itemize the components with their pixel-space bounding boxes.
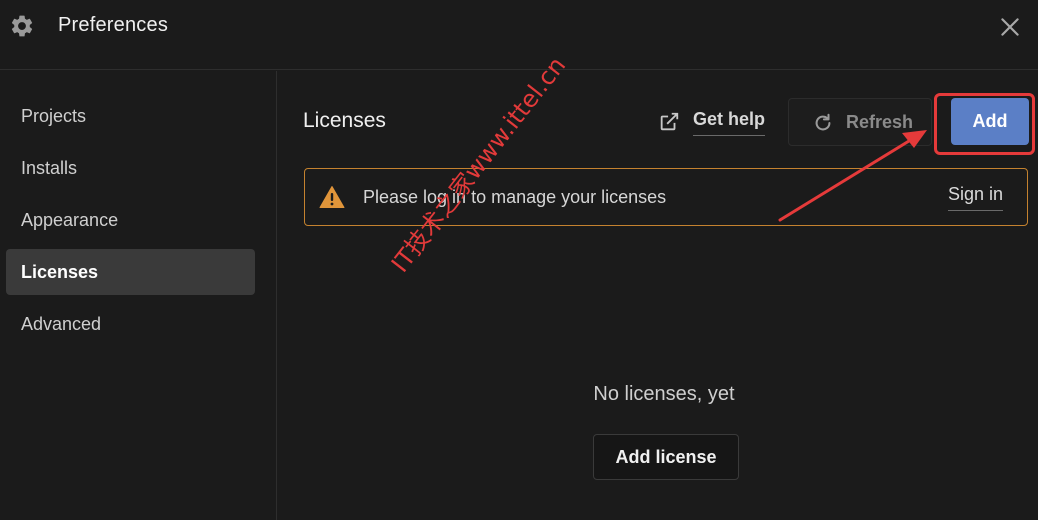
- login-warning-banner: Please log in to manage your licenses Si…: [304, 168, 1028, 226]
- preferences-window: Preferences Projects Installs Appearance…: [0, 0, 1038, 520]
- get-help-label: Get help: [693, 109, 766, 136]
- sidebar-item-label: Licenses: [21, 262, 99, 282]
- empty-state-message: No licenses, yet: [593, 383, 735, 405]
- refresh-icon: [815, 113, 831, 131]
- sidebar-item-label: Projects: [21, 106, 87, 126]
- licenses-panel: Licenses Get help Refresh Add Please log…: [278, 71, 1038, 520]
- title-bar: Preferences: [0, 0, 1038, 70]
- sidebar-item-installs[interactable]: Installs: [6, 145, 255, 191]
- refresh-label: Refresh: [846, 112, 914, 132]
- external-link-icon: [660, 112, 679, 131]
- sidebar-item-label: Appearance: [21, 210, 119, 230]
- close-icon[interactable]: [997, 14, 1023, 40]
- sidebar-item-label: Advanced: [21, 314, 102, 334]
- refresh-button[interactable]: Refresh: [788, 98, 932, 146]
- window-title: Preferences: [58, 14, 169, 36]
- page-title: Licenses: [303, 109, 386, 132]
- banner-message: Please log in to manage your licenses: [363, 187, 667, 207]
- add-license-button[interactable]: Add license: [593, 434, 739, 480]
- gear-icon: [11, 15, 33, 37]
- sidebar-item-label: Installs: [21, 158, 78, 178]
- sidebar: Projects Installs Appearance Licenses Ad…: [0, 71, 277, 520]
- add-button[interactable]: Add: [951, 98, 1029, 145]
- sidebar-item-appearance[interactable]: Appearance: [6, 197, 255, 243]
- warning-icon: [319, 186, 345, 208]
- sidebar-item-advanced[interactable]: Advanced: [6, 301, 255, 347]
- sidebar-item-licenses[interactable]: Licenses: [6, 249, 255, 295]
- sidebar-item-projects[interactable]: Projects: [6, 93, 255, 139]
- sign-in-link[interactable]: Sign in: [948, 184, 1004, 211]
